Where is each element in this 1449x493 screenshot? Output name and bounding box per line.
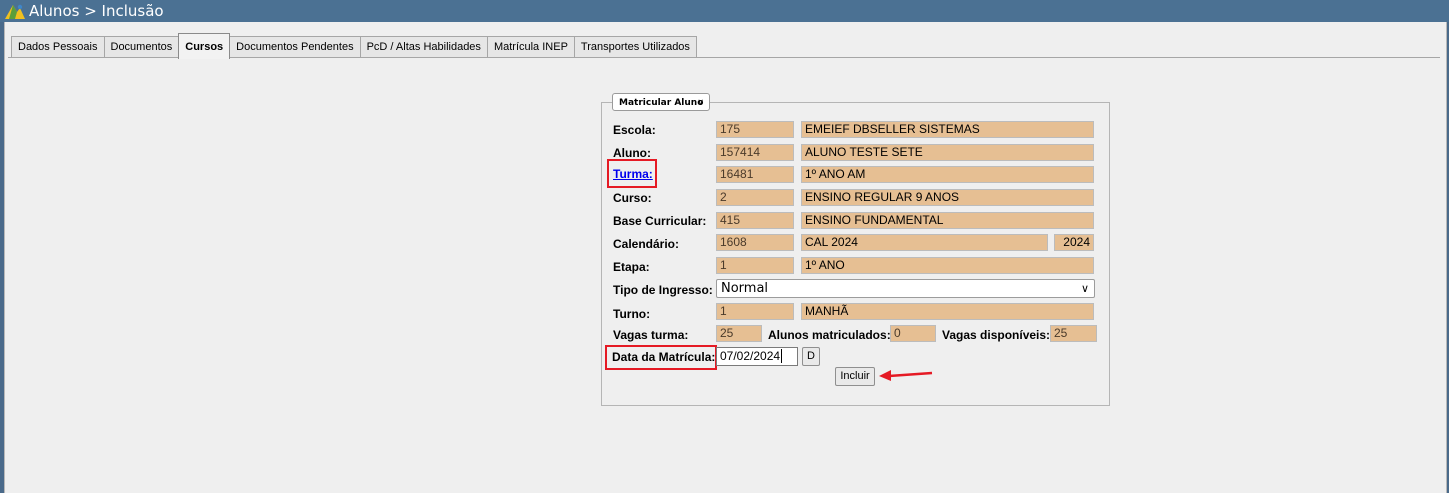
label-vagas-turma: Vagas turma: [613, 328, 689, 342]
base-code-field: 415 [716, 212, 794, 229]
label-alunos-matriculados: Alunos matriculados: [768, 328, 891, 342]
turno-code-field: 1 [716, 303, 794, 320]
vagas-turma-field: 25 [716, 325, 762, 342]
tab-transportes-utilizados[interactable]: Transportes Utilizados [573, 36, 697, 58]
curso-name-field: ENSINO REGULAR 9 ANOS [801, 189, 1094, 206]
date-picker-button[interactable]: D [802, 347, 820, 366]
label-turma: Turma: [613, 167, 653, 181]
label-turno: Turno: [613, 307, 651, 321]
data-matricula-value: 07/02/2024 [720, 349, 781, 363]
label-base-curricular: Base Curricular: [613, 214, 707, 228]
chevron-down-icon: ∨ [697, 98, 704, 108]
escola-code-field: 175 [716, 121, 794, 138]
label-vagas-disponiveis: Vagas disponíveis: [942, 328, 1051, 342]
label-escola: Escola: [613, 123, 656, 137]
tab-dados-pessoais[interactable]: Dados Pessoais [11, 36, 105, 58]
label-data-matricula: Data da Matrícula: [612, 350, 716, 364]
turma-name-field: 1º ANO AM [801, 166, 1094, 183]
escola-name-field: EMEIEF DBSELLER SISTEMAS [801, 121, 1094, 138]
base-name-field: ENSINO FUNDAMENTAL [801, 212, 1094, 229]
red-arrow-annotation-icon [879, 370, 933, 381]
turno-name-field: MANHÃ [801, 303, 1094, 320]
calendario-name-field: CAL 2024 [801, 234, 1048, 251]
tab-matricula-inep[interactable]: Matrícula INEP [486, 36, 575, 58]
label-curso: Curso: [613, 191, 652, 205]
tab-documentos[interactable]: Documentos [103, 36, 180, 58]
tab-bar: Dados Pessoais Documentos Cursos Documen… [11, 33, 697, 59]
tab-pcd-altas-habilidades[interactable]: PcD / Altas Habilidades [359, 36, 488, 58]
aluno-code-field: 157414 [716, 144, 794, 161]
label-tipo-ingresso: Tipo de Ingresso: [613, 283, 713, 297]
app-logo-icon [5, 4, 25, 19]
chevron-down-icon: ∨ [1080, 282, 1089, 295]
fieldset-legend-toggle[interactable]: Matricular Aluno ∨ [612, 93, 710, 111]
calendario-year-field: 2024 [1054, 234, 1094, 251]
tab-documentos-pendentes[interactable]: Documentos Pendentes [229, 36, 361, 58]
turma-code-field: 16481 [716, 166, 794, 183]
vagas-disponiveis-field: 25 [1050, 325, 1097, 342]
etapa-code-field: 1 [716, 257, 794, 274]
tab-cursos[interactable]: Cursos [178, 33, 231, 59]
turma-link[interactable]: Turma: [613, 167, 653, 181]
label-aluno: Aluno: [613, 146, 651, 160]
legend-label: Matricular Aluno [619, 98, 704, 108]
aluno-name-field: ALUNO TESTE SETE [801, 144, 1094, 161]
tipo-ingresso-select[interactable]: Normal ∨ [716, 279, 1095, 298]
curso-code-field: 2 [716, 189, 794, 206]
tipo-ingresso-value: Normal [721, 281, 769, 296]
data-matricula-input[interactable]: 07/02/2024 [716, 347, 798, 366]
alunos-matriculados-field: 0 [890, 325, 936, 342]
etapa-name-field: 1º ANO [801, 257, 1094, 274]
window-title: Alunos > Inclusão [29, 2, 164, 20]
label-etapa: Etapa: [613, 260, 650, 274]
label-calendario: Calendário: [613, 237, 680, 251]
title-bar: Alunos > Inclusão [0, 0, 1449, 22]
incluir-button[interactable]: Incluir [835, 367, 875, 386]
calendario-code-field: 1608 [716, 234, 794, 251]
